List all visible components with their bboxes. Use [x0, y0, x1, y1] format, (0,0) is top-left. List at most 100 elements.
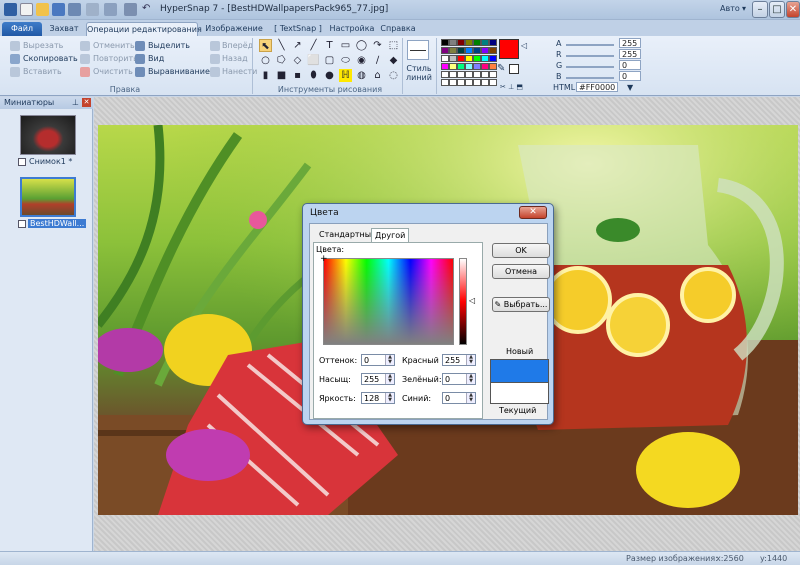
palette-swatch[interactable] [473, 47, 481, 54]
alpha-slider[interactable] [566, 44, 614, 46]
spin-arrows-icon[interactable]: ▲ ▼ [385, 355, 394, 365]
palette-swatch[interactable] [441, 55, 449, 62]
palette-swatch[interactable] [465, 47, 473, 54]
text-icon[interactable]: T [323, 39, 336, 52]
pointer-icon[interactable]: ⬉ [259, 39, 272, 52]
palette-swatch[interactable] [473, 71, 481, 78]
eyedropper-icon[interactable]: ✎ [497, 63, 505, 74]
view-button[interactable]: Вид [148, 54, 164, 63]
circle-icon[interactable]: ○ [259, 54, 272, 67]
palette-swatch[interactable] [457, 39, 465, 46]
select-button[interactable]: Выделить [148, 41, 190, 50]
cut-button[interactable]: Вырезать [23, 41, 63, 50]
palette-swatch[interactable] [473, 55, 481, 62]
diamond-icon[interactable]: ◇ [291, 54, 304, 67]
blue-field[interactable]: 0 [619, 71, 641, 81]
rotate-icon[interactable]: ↷ [371, 39, 384, 52]
maximize-button[interactable]: □ [769, 1, 785, 18]
pencil-icon[interactable]: ∕ [371, 54, 384, 67]
ellipse-icon[interactable]: ⬭ [339, 54, 352, 67]
palette-swatch[interactable] [449, 71, 457, 78]
blue-field[interactable]: 0 ▲ ▼ [442, 392, 476, 404]
minimize-button[interactable]: – [752, 1, 768, 18]
expand-icon[interactable]: ▼ [627, 83, 633, 92]
thumbnail-1[interactable] [20, 115, 76, 155]
color-spectrum[interactable]: + [320, 254, 454, 345]
rounded-rect-icon[interactable]: ▢ [323, 54, 336, 67]
undo-button[interactable]: Отменить [93, 41, 135, 50]
palette-swatch[interactable] [441, 79, 449, 86]
palette-swatch[interactable] [449, 63, 457, 70]
filled-circle-icon[interactable]: ● [323, 69, 336, 82]
rect-icon[interactable]: ⬜ [307, 54, 320, 67]
undo-icon[interactable]: ↶ [142, 3, 155, 16]
line-icon[interactable]: ╲ [275, 39, 288, 52]
spin-arrows-icon[interactable]: ▲ ▼ [385, 374, 394, 384]
select-rect-icon[interactable]: ⬚ [387, 39, 400, 52]
palette-swatch[interactable] [489, 63, 497, 70]
color-tools-icon[interactable]: ✂ ⊥ ⬒ [500, 83, 523, 91]
pick-color-button[interactable]: ✎ Выбрать... [492, 297, 550, 312]
fill-diamond-icon[interactable]: ◆ [387, 54, 400, 67]
callout-icon[interactable]: ▭ [339, 39, 352, 52]
green-field[interactable]: 0 ▲ ▼ [442, 373, 476, 385]
palette-swatch[interactable] [449, 55, 457, 62]
ok-button[interactable]: OK [492, 243, 550, 258]
palette-swatch[interactable] [465, 79, 473, 86]
pin-icon[interactable]: ⊥ [72, 97, 79, 109]
filled-rect-icon[interactable]: ■ [275, 69, 288, 82]
thumbnail-1-checkbox[interactable] [18, 158, 26, 166]
highlighter-icon[interactable]: ℍ [339, 69, 352, 82]
tab-standard[interactable]: Стандартный [316, 228, 379, 242]
palette-swatch[interactable] [465, 71, 473, 78]
palette-swatch[interactable] [441, 63, 449, 70]
palette-swatch[interactable] [489, 79, 497, 86]
palette-swatch[interactable] [481, 47, 489, 54]
tab-help[interactable]: Справка [378, 22, 418, 37]
current-color-swatch[interactable] [499, 39, 519, 59]
new-icon[interactable] [20, 3, 33, 16]
close-button[interactable]: ✕ [786, 1, 800, 18]
thumbnail-1-label[interactable]: Снимок1 * [29, 157, 72, 166]
red-field[interactable]: 255 ▲ ▼ [442, 354, 476, 366]
palette-swatch[interactable] [489, 39, 497, 46]
save-icon[interactable] [52, 3, 65, 16]
palette-swatch[interactable] [449, 39, 457, 46]
hue-field[interactable]: 0 ▲ ▼ [361, 354, 395, 366]
filled-round-icon[interactable]: ⬮ [307, 69, 320, 82]
close-icon[interactable]: ✕ [82, 98, 91, 107]
green-field[interactable]: 0 [619, 60, 641, 70]
chevron-down-icon[interactable]: ▾ [742, 4, 746, 13]
palette-swatch[interactable] [481, 71, 489, 78]
tab-capture[interactable]: Захват [44, 22, 84, 37]
palette-swatch[interactable] [465, 39, 473, 46]
print-icon[interactable] [68, 3, 81, 16]
line-style-button[interactable]: Стиль линий [404, 64, 434, 82]
palette-swatch[interactable] [441, 71, 449, 78]
green-slider[interactable] [566, 66, 614, 68]
capture-icon[interactable] [86, 3, 99, 16]
palette-swatch[interactable] [465, 55, 473, 62]
tab-custom[interactable]: Другой [371, 228, 410, 242]
saturation-field[interactable]: 255 ▲ ▼ [361, 373, 395, 385]
small-rect-icon[interactable]: ▪ [291, 69, 304, 82]
spin-arrows-icon[interactable]: ▲ ▼ [466, 393, 475, 403]
palette-swatch[interactable] [457, 47, 465, 54]
thumbnail-2-label[interactable]: BestHDWall... [28, 219, 87, 228]
palette-swatch[interactable] [441, 39, 449, 46]
palette-swatch[interactable] [481, 55, 489, 62]
cancel-button[interactable]: Отмена [492, 264, 550, 279]
palette-swatch[interactable] [489, 55, 497, 62]
palette-swatch[interactable] [473, 79, 481, 86]
red-slider[interactable] [566, 55, 614, 57]
ellipse-outline-icon[interactable]: ◯ [355, 39, 368, 52]
tab-image[interactable]: Изображение [203, 22, 265, 37]
tab-settings[interactable]: Настройка [328, 22, 376, 37]
palette-swatch[interactable] [441, 47, 449, 54]
palette-swatch[interactable] [465, 63, 473, 70]
dialog-close-button[interactable]: ✕ [519, 206, 547, 219]
fill-rect-icon[interactable]: ▮ [259, 69, 272, 82]
paste-button[interactable]: Вставить [23, 67, 62, 76]
blue-slider[interactable] [566, 77, 614, 79]
html-color-field[interactable]: #FF0000 [576, 82, 618, 92]
